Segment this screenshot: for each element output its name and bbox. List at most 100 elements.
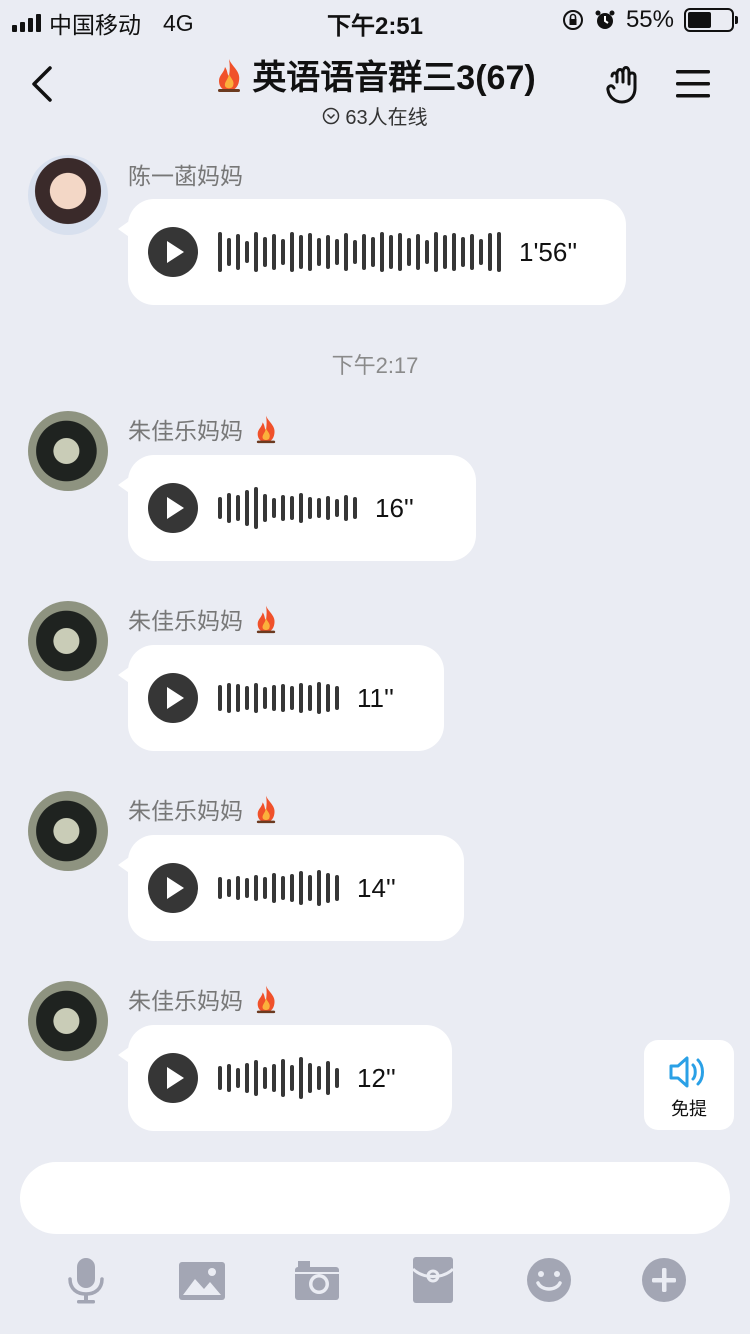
- waveform-bar: [452, 233, 456, 271]
- waveform-bar: [317, 870, 321, 906]
- waveform-bar: [281, 239, 285, 265]
- waveform-bar: [218, 1066, 222, 1090]
- waveform-bar: [227, 1064, 231, 1092]
- avatar[interactable]: [28, 981, 108, 1061]
- waveform-bar: [362, 234, 366, 270]
- waveform-bar: [380, 232, 384, 272]
- waveform-bar: [272, 873, 276, 903]
- message-input[interactable]: [20, 1162, 730, 1234]
- voice-duration: 16'': [375, 492, 414, 523]
- fire-icon: [256, 605, 276, 634]
- waveform-bar: [263, 687, 267, 709]
- waveform-bar: [218, 877, 222, 899]
- waveform-bar: [218, 685, 222, 711]
- waveform-bar: [299, 871, 303, 905]
- waveform-bar: [443, 235, 447, 269]
- voice-duration: 1'56'': [519, 236, 578, 267]
- play-icon[interactable]: [148, 673, 198, 723]
- camera-icon[interactable]: [292, 1255, 342, 1305]
- online-count[interactable]: 63人在线: [322, 101, 428, 130]
- play-icon[interactable]: [148, 227, 198, 277]
- waveform-bar: [245, 490, 249, 526]
- waveform-bar: [218, 497, 222, 519]
- waveform-bar: [245, 241, 249, 263]
- waveform-bar: [254, 875, 258, 901]
- waveform-bar: [290, 1065, 294, 1091]
- waveform-bar: [227, 879, 231, 897]
- voice-waveform: [218, 227, 501, 277]
- sender-name: 朱佳乐妈妈: [128, 792, 279, 826]
- waveform-bar: [227, 683, 231, 713]
- waveform-bar: [371, 237, 375, 267]
- fire-icon: [256, 985, 276, 1014]
- waveform-bar: [272, 685, 276, 711]
- image-icon[interactable]: [177, 1255, 227, 1305]
- waveform-bar: [299, 683, 303, 713]
- waveform-bar: [272, 234, 276, 270]
- waveform-bar: [263, 877, 267, 899]
- battery-icon: [684, 8, 738, 32]
- voice-message[interactable]: 11'': [118, 645, 444, 751]
- group-title-text: 英语语音群三3(67): [252, 59, 536, 97]
- menu-icon[interactable]: [674, 66, 712, 102]
- time-separator: 下午2:17: [331, 353, 419, 378]
- waveform-bar: [389, 235, 393, 269]
- plus-icon[interactable]: [639, 1255, 689, 1305]
- waveform-bar: [263, 1067, 267, 1089]
- fire-icon: [256, 415, 276, 444]
- group-title[interactable]: 英语语音群三3(67): [214, 50, 536, 99]
- waveform-bar: [290, 232, 294, 272]
- avatar[interactable]: [28, 155, 108, 235]
- input-area: [0, 1145, 750, 1334]
- voice-message[interactable]: 14'': [118, 835, 464, 941]
- play-icon[interactable]: [148, 863, 198, 913]
- speaker-toggle-button[interactable]: 免提: [644, 1040, 734, 1130]
- waveform-bar: [335, 875, 339, 901]
- waveform-bar: [326, 496, 330, 520]
- fire-icon: [218, 58, 241, 92]
- voice-duration: 14'': [357, 872, 396, 903]
- waveform-bar: [290, 686, 294, 710]
- waveform-bar: [326, 1061, 330, 1095]
- avatar[interactable]: [28, 411, 108, 491]
- status-bar: 中国移动 4G 下午2:51 55%: [0, 0, 750, 40]
- waveform-bar: [245, 878, 249, 898]
- waveform-bar: [434, 232, 438, 272]
- speaker-toggle-label: 免提: [671, 1099, 707, 1119]
- waveform-bar: [344, 233, 348, 271]
- voice-message[interactable]: 12'': [118, 1025, 452, 1131]
- avatar[interactable]: [28, 791, 108, 871]
- voice-message[interactable]: 16'': [118, 455, 476, 561]
- waveform-bar: [479, 239, 483, 265]
- play-icon[interactable]: [148, 1053, 198, 1103]
- waveform-bar: [245, 686, 249, 710]
- waveform-bar: [281, 876, 285, 900]
- waveform-bar: [461, 237, 465, 267]
- emoji-icon[interactable]: [524, 1255, 574, 1305]
- hand-gesture-icon[interactable]: [604, 62, 644, 106]
- waveform-bar: [497, 232, 501, 272]
- waveform-bar: [263, 237, 267, 267]
- sender-name: 朱佳乐妈妈: [128, 602, 279, 636]
- waveform-bar: [308, 685, 312, 711]
- voice-message[interactable]: 1'56'': [118, 199, 626, 305]
- waveform-bar: [317, 498, 321, 518]
- waveform-bar: [416, 234, 420, 270]
- waveform-bar: [398, 233, 402, 271]
- waveform-bar: [344, 495, 348, 521]
- avatar[interactable]: [28, 601, 108, 681]
- play-icon[interactable]: [148, 483, 198, 533]
- waveform-bar: [272, 1064, 276, 1092]
- waveform-bar: [254, 487, 258, 529]
- voice-waveform: [218, 483, 357, 533]
- red-packet-icon[interactable]: [408, 1255, 458, 1305]
- waveform-bar: [272, 498, 276, 518]
- sender-name: 朱佳乐妈妈: [128, 982, 279, 1016]
- waveform-bar: [335, 239, 339, 265]
- voice-waveform: [218, 1053, 339, 1103]
- microphone-icon[interactable]: [61, 1255, 111, 1305]
- waveform-bar: [353, 240, 357, 264]
- waveform-bar: [290, 874, 294, 902]
- waveform-bar: [470, 234, 474, 270]
- waveform-bar: [326, 873, 330, 903]
